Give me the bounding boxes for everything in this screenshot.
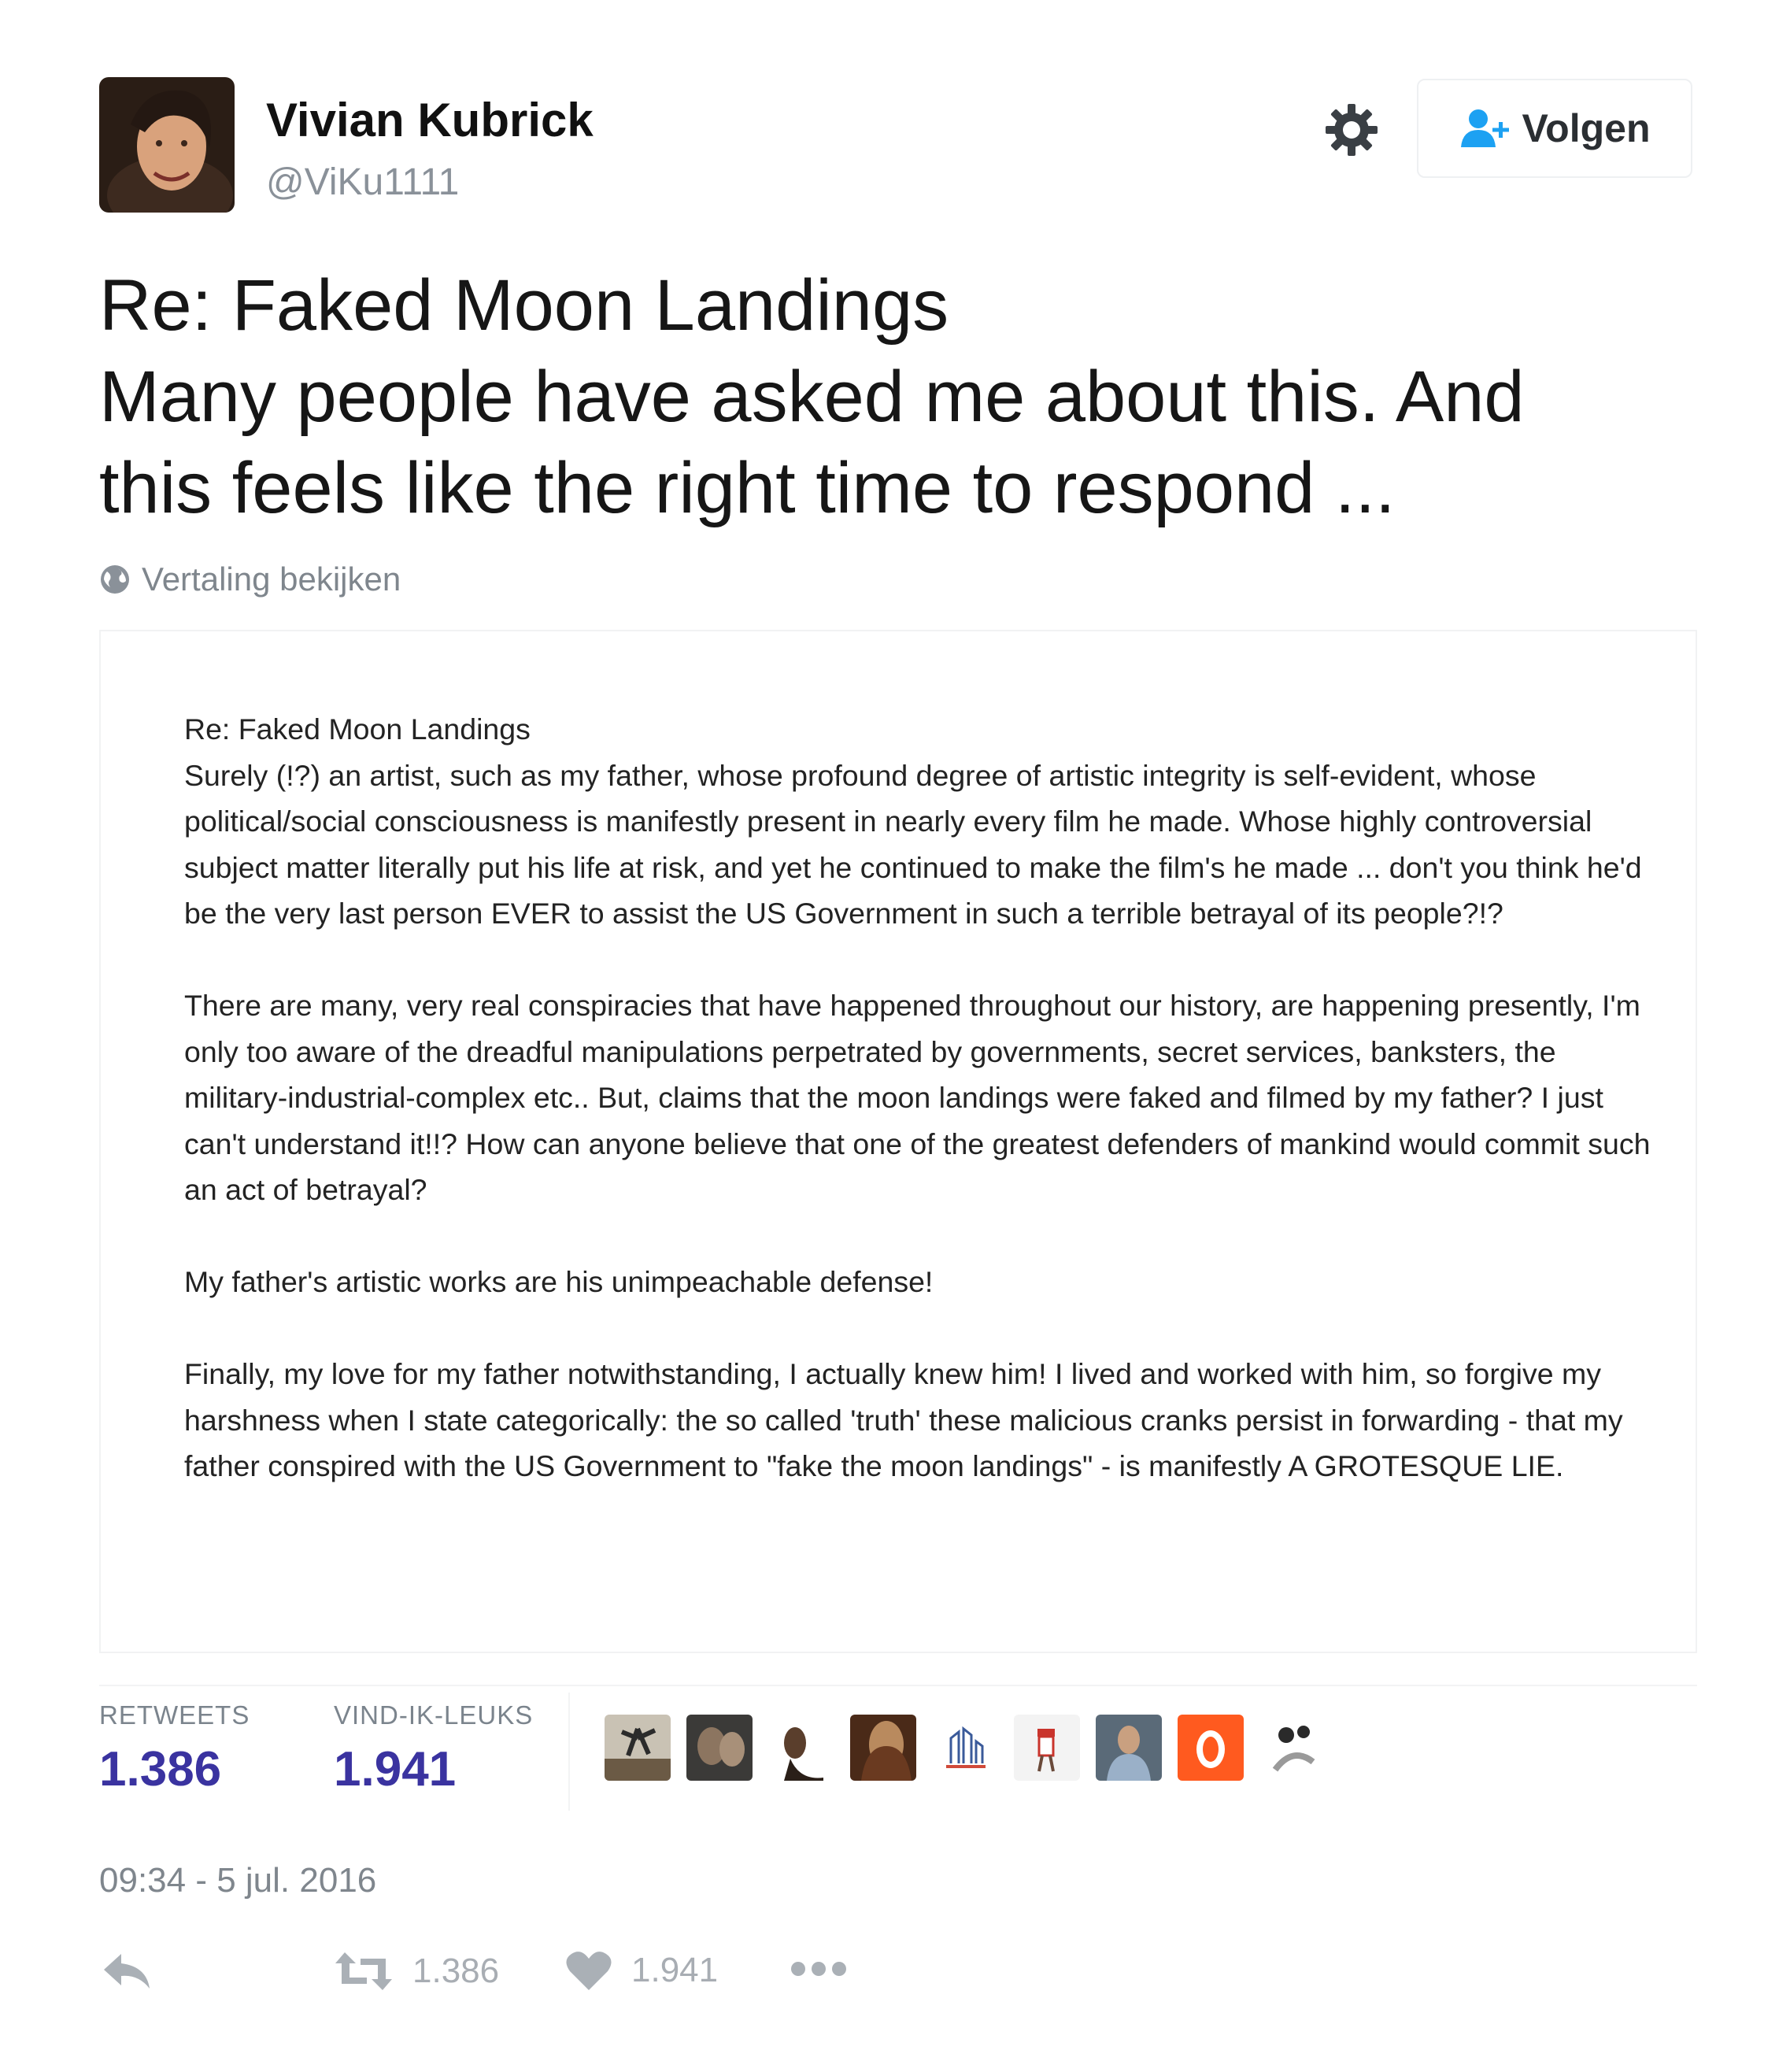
likes-count: 1.941 (334, 1742, 457, 1796)
attached-image-card[interactable]: Re: Faked Moon Landings Surely (!?) an a… (99, 630, 1697, 1653)
card-paragraph: My father's artistic works are his unimp… (184, 1265, 934, 1298)
globe-icon (101, 565, 129, 594)
avatar[interactable] (99, 77, 235, 213)
divider (99, 1685, 1697, 1686)
more-icon (791, 1962, 846, 1976)
author-handle[interactable]: @ViKu1111 (266, 161, 459, 204)
translate-link[interactable]: Vertaling bekijken (99, 561, 401, 598)
likes-stat[interactable]: VIND-IK-LEUKS 1.941 (334, 1700, 533, 1797)
tweet-timestamp[interactable]: 09:34 - 5 jul. 2016 (99, 1861, 376, 1900)
likers-avatars (605, 1715, 1326, 1781)
heart-icon (566, 1952, 612, 1990)
liker-avatar[interactable] (1014, 1715, 1080, 1781)
more-button[interactable] (789, 1957, 849, 1981)
liker-avatar[interactable] (1096, 1715, 1162, 1781)
follow-button[interactable]: Volgen (1417, 79, 1692, 178)
tweet-text: Re: Faked Moon Landings Many people have… (99, 260, 1674, 534)
retweets-count: 1.386 (99, 1742, 222, 1796)
like-count: 1.941 (631, 1951, 719, 1989)
tweet-actions: 1.386 1.941 (99, 1949, 1044, 2004)
card-paragraph: Surely (!?) an artist, such as my father… (184, 758, 1642, 931)
likes-label: VIND-IK-LEUKS (334, 1700, 534, 1730)
retweet-icon (335, 1952, 392, 1990)
liker-avatar[interactable] (768, 1715, 834, 1781)
tweet-line: Many people have asked me about this. An… (99, 357, 1525, 437)
retweet-count: 1.386 (412, 1952, 500, 1990)
author-name[interactable]: Vivian Kubrick (266, 93, 594, 147)
reply-button[interactable] (99, 1949, 154, 1993)
like-button[interactable]: 1.941 (565, 1949, 718, 1992)
liker-avatar[interactable] (850, 1715, 916, 1781)
gear-icon[interactable] (1324, 102, 1379, 157)
reply-icon (104, 1954, 150, 1989)
liker-avatar[interactable] (1178, 1715, 1244, 1781)
liker-avatar[interactable] (605, 1715, 671, 1781)
liker-avatar[interactable] (1259, 1715, 1326, 1781)
card-paragraph: Finally, my love for my father notwithst… (184, 1357, 1623, 1482)
translate-label: Vertaling bekijken (142, 561, 401, 598)
liker-avatar[interactable] (932, 1715, 998, 1781)
retweets-stat[interactable]: RETWEETS 1.386 (99, 1700, 250, 1797)
tweet-line: Re: Faked Moon Landings (99, 265, 949, 346)
liker-avatar[interactable] (686, 1715, 753, 1781)
tweet-line: this feels like the right time to respon… (99, 448, 1396, 528)
card-paragraph: There are many, very real conspiracies t… (184, 989, 1651, 1206)
follow-label: Volgen (1522, 106, 1651, 150)
card-title: Re: Faked Moon Landings (184, 712, 531, 746)
retweets-label: RETWEETS (99, 1700, 250, 1730)
retweet-button[interactable]: 1.386 (334, 1949, 499, 1993)
add-user-icon (1460, 109, 1509, 147)
divider (568, 1693, 570, 1811)
